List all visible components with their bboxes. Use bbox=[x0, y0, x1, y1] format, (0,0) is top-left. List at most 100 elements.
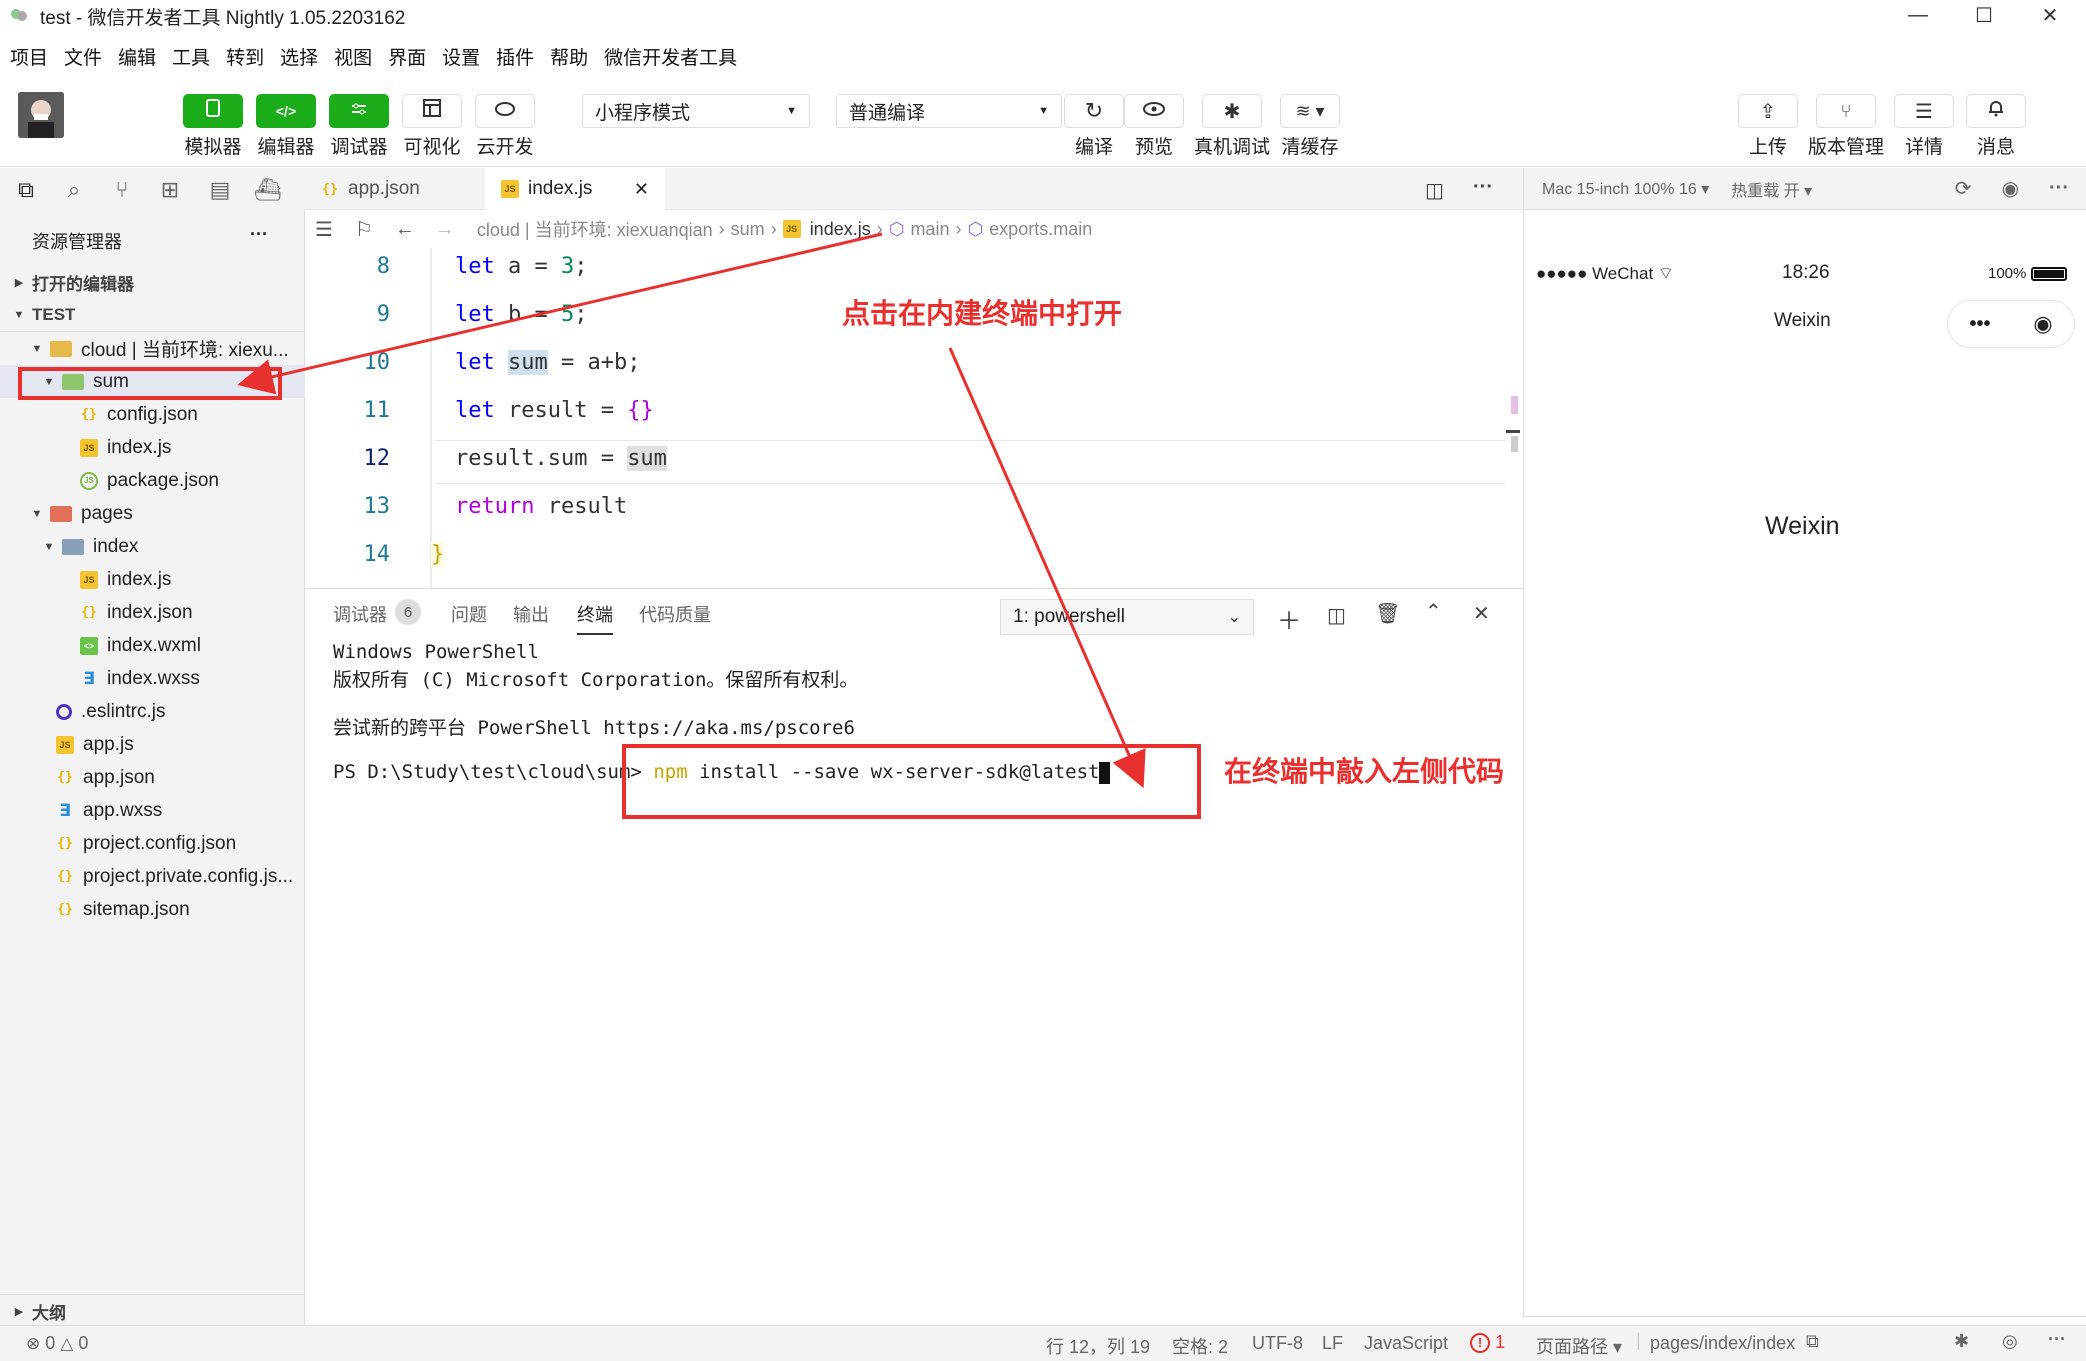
menu-edit[interactable]: 编辑 bbox=[118, 43, 156, 70]
chevron-up-icon[interactable]: ⌃ bbox=[1425, 599, 1442, 624]
tree-item-sum[interactable]: ▼ sum bbox=[0, 365, 305, 398]
cursor-position[interactable]: 行 12，列 19 bbox=[1046, 1333, 1150, 1359]
more-icon[interactable]: ··· bbox=[2049, 177, 2069, 200]
docker-icon[interactable]: ⛴ bbox=[254, 177, 282, 202]
visual-button[interactable] bbox=[402, 94, 462, 128]
capsule-more-icon[interactable]: ••• bbox=[1969, 313, 1990, 336]
panel-tab-debugger[interactable]: 调试器 bbox=[333, 601, 387, 627]
more-icon[interactable]: ··· bbox=[250, 224, 268, 245]
scrollbar-thumb[interactable] bbox=[1511, 436, 1518, 452]
menu-interface[interactable]: 界面 bbox=[388, 43, 426, 70]
menu-help[interactable]: 帮助 bbox=[550, 43, 588, 70]
breadcrumb-item[interactable]: sum bbox=[731, 219, 765, 240]
tree-item-project-config[interactable]: {} project.config.json bbox=[0, 827, 305, 860]
issues-indicator[interactable]: ! 1 bbox=[1470, 1332, 1505, 1353]
menu-settings[interactable]: 设置 bbox=[442, 43, 480, 70]
forward-arrow-icon[interactable]: → bbox=[435, 218, 455, 241]
preview-button[interactable] bbox=[1124, 94, 1184, 128]
tree-item-index-wxml[interactable]: <> index.wxml bbox=[0, 629, 305, 662]
capsule-button[interactable]: ••• ◉ bbox=[1947, 300, 2075, 348]
tree-item-pages[interactable]: ▼ pages bbox=[0, 497, 305, 530]
breadcrumb-item[interactable]: main bbox=[910, 219, 949, 240]
menu-view[interactable]: 视图 bbox=[334, 43, 372, 70]
source-control-icon[interactable]: ⑂ bbox=[110, 177, 134, 202]
panel-tab-terminal[interactable]: 终端 bbox=[577, 601, 613, 635]
tree-item-eslintrc[interactable]: .eslintrc.js bbox=[0, 695, 305, 728]
version-button[interactable]: ⑂ bbox=[1816, 94, 1876, 128]
menu-tools[interactable]: 工具 bbox=[172, 43, 210, 70]
encoding[interactable]: UTF-8 bbox=[1252, 1333, 1303, 1354]
back-arrow-icon[interactable]: ← bbox=[395, 218, 415, 241]
tab-app-json[interactable]: {} app.json bbox=[305, 168, 485, 210]
menu-goto[interactable]: 转到 bbox=[226, 43, 264, 70]
explorer-icon[interactable]: ⧉ bbox=[14, 177, 38, 202]
terminal-select[interactable]: 1: powershell ⌄ bbox=[1000, 599, 1254, 635]
problems-indicator[interactable]: ⊗ 0 △ 0 bbox=[26, 1333, 88, 1354]
menu-wechat-devtools[interactable]: 微信开发者工具 bbox=[604, 43, 737, 70]
menu-project[interactable]: 项目 bbox=[10, 43, 48, 70]
open-editors-section[interactable]: ▶ 打开的编辑器 bbox=[0, 266, 305, 299]
more-icon[interactable]: ··· bbox=[2048, 1329, 2066, 1350]
copy-icon[interactable]: ⧉ bbox=[1806, 1331, 1819, 1352]
tree-item-index-folder[interactable]: ▼ index bbox=[0, 530, 305, 563]
close-panel-icon[interactable]: ✕ bbox=[1473, 601, 1490, 626]
hot-reload-select[interactable]: 热重载 开 ▾ bbox=[1731, 177, 1812, 201]
menu-plugins[interactable]: 插件 bbox=[496, 43, 534, 70]
page-path-label[interactable]: 页面路径 ▾ bbox=[1536, 1333, 1622, 1359]
breadcrumb-item[interactable]: exports.main bbox=[989, 219, 1092, 240]
close-window-button[interactable]: ✕ bbox=[2020, 0, 2080, 30]
tree-item-config-json[interactable]: {} config.json bbox=[0, 398, 305, 431]
indentation[interactable]: 空格: 2 bbox=[1172, 1333, 1228, 1359]
editor-button[interactable]: </> bbox=[256, 94, 316, 128]
panel-tab-problems[interactable]: 问题 bbox=[451, 601, 487, 627]
avatar[interactable] bbox=[18, 92, 64, 138]
line-ending[interactable]: LF bbox=[1322, 1333, 1343, 1354]
tree-item-app-json[interactable]: {} app.json bbox=[0, 761, 305, 794]
close-icon[interactable]: ✕ bbox=[634, 179, 649, 200]
tree-item-sitemap[interactable]: {} sitemap.json bbox=[0, 893, 305, 926]
tab-index-js[interactable]: JS index.js ✕ bbox=[485, 168, 665, 210]
tree-item-pages-index-js[interactable]: JS index.js bbox=[0, 563, 305, 596]
tree-item-index-json[interactable]: {} index.json bbox=[0, 596, 305, 629]
rotate-icon[interactable]: ⟳ bbox=[1955, 176, 1972, 201]
mode-select[interactable]: 小程序模式 ▼ bbox=[582, 94, 810, 128]
trash-icon[interactable]: 🗑 bbox=[1375, 601, 1400, 626]
maximize-button[interactable]: ☐ bbox=[1954, 0, 2014, 30]
menu-file[interactable]: 文件 bbox=[64, 43, 102, 70]
cloud-button[interactable] bbox=[475, 94, 535, 128]
eye-icon[interactable]: ◎ bbox=[2002, 1331, 2018, 1352]
tree-item-app-wxss[interactable]: ∃ app.wxss bbox=[0, 794, 305, 827]
panel-tab-output[interactable]: 输出 bbox=[513, 601, 549, 627]
device-select[interactable]: Mac 15-inch 100% 16 ▾ bbox=[1542, 179, 1709, 199]
extensions-icon[interactable]: ⊞ bbox=[158, 177, 182, 202]
tree-item-package-json[interactable]: JS package.json bbox=[0, 464, 305, 497]
language-mode[interactable]: JavaScript bbox=[1364, 1333, 1448, 1354]
details-button[interactable]: ☰ bbox=[1894, 94, 1954, 128]
upload-button[interactable]: ⇪ bbox=[1738, 94, 1798, 128]
compile-button[interactable]: ↻ bbox=[1064, 94, 1124, 128]
more-actions-icon[interactable]: ··· bbox=[1473, 176, 1493, 199]
capsule-close-icon[interactable]: ◉ bbox=[2033, 311, 2052, 337]
outline-section[interactable]: ▶ 大纲 bbox=[0, 1294, 305, 1327]
tree-item-cloud[interactable]: ▼ cloud | 当前环境: xiexu... bbox=[0, 332, 305, 365]
storage-icon[interactable]: ▤ bbox=[208, 177, 232, 202]
split-editor-icon[interactable]: ◫ bbox=[1425, 178, 1444, 203]
debugger-button[interactable] bbox=[329, 94, 389, 128]
project-section[interactable]: ▼ TEST bbox=[0, 299, 305, 332]
tree-item-index-js[interactable]: JS index.js bbox=[0, 431, 305, 464]
simulator-button[interactable] bbox=[183, 94, 243, 128]
messages-button[interactable] bbox=[1966, 94, 2026, 128]
menu-select[interactable]: 选择 bbox=[280, 43, 318, 70]
search-icon[interactable]: ⌕ bbox=[62, 177, 86, 202]
terminal-prompt-line[interactable]: PS D:\Study\test\cloud\sum> npm install … bbox=[333, 761, 1111, 784]
tree-item-index-wxss[interactable]: ∃ index.wxss bbox=[0, 662, 305, 695]
breadcrumb-item[interactable]: index.js bbox=[810, 219, 871, 240]
split-terminal-icon[interactable]: ◫ bbox=[1327, 603, 1346, 628]
tree-item-app-js[interactable]: JS app.js bbox=[0, 728, 305, 761]
panel-tab-code-quality[interactable]: 代码质量 bbox=[639, 601, 711, 627]
stop-icon[interactable]: ◉ bbox=[2002, 176, 2019, 201]
tree-item-project-private-config[interactable]: {} project.private.config.js... bbox=[0, 860, 305, 893]
bookmark-icon[interactable]: ⚐ bbox=[355, 217, 373, 242]
bug-icon[interactable]: ✱ bbox=[1954, 1331, 1969, 1352]
remote-debug-button[interactable]: ✱ bbox=[1202, 94, 1262, 128]
